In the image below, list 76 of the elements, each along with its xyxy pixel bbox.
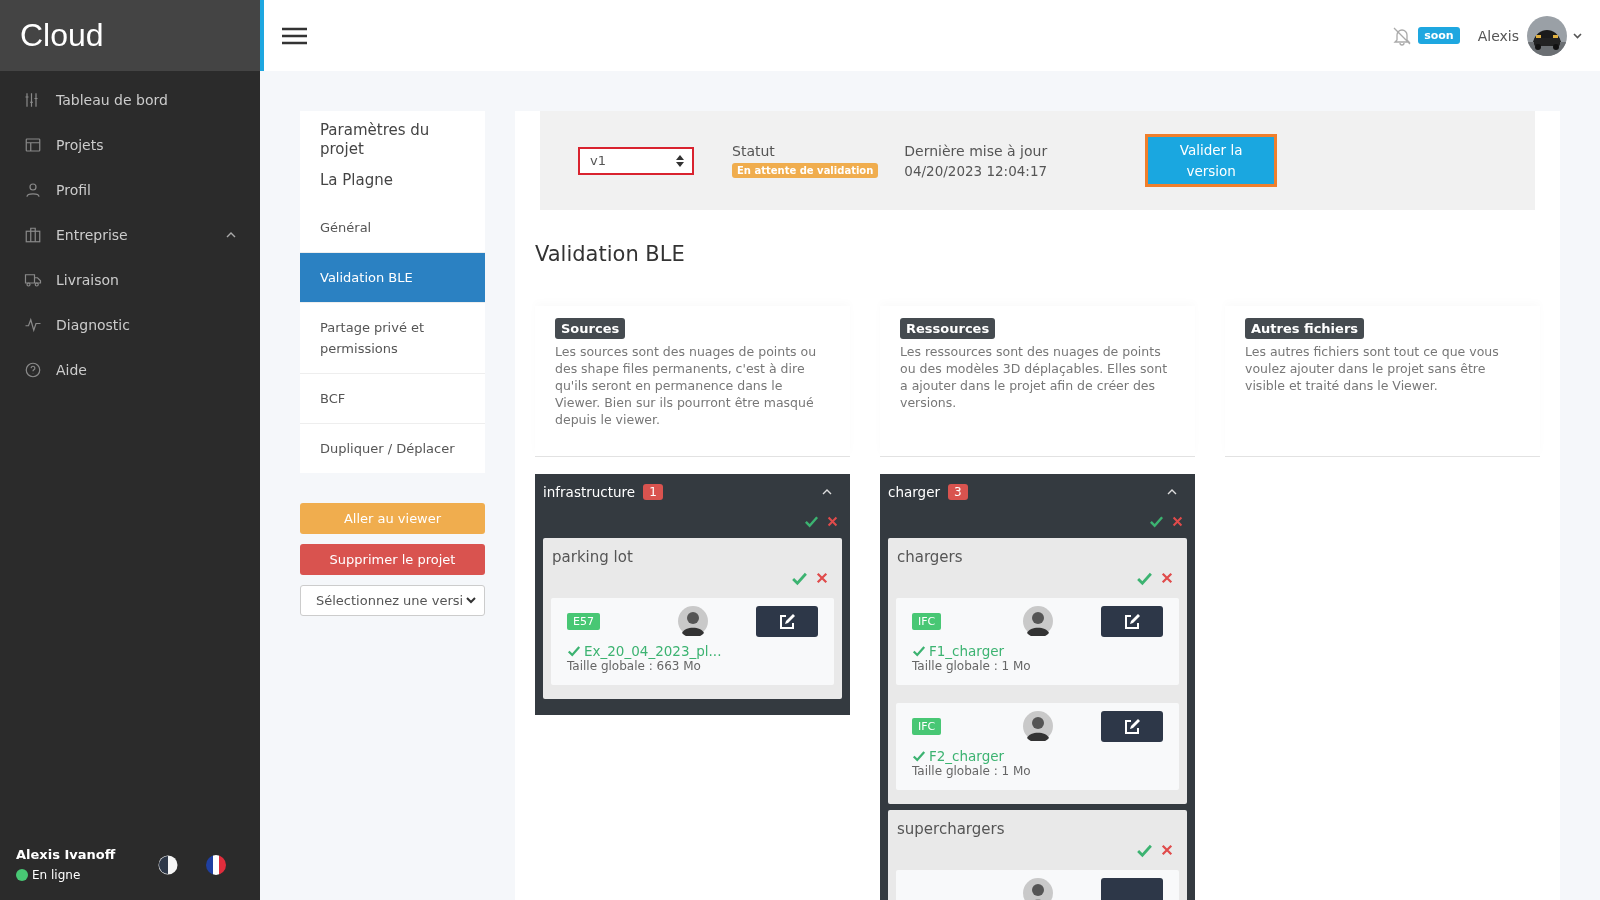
menu-item[interactable]: Partage privé et permissions [300, 302, 485, 373]
check-icon[interactable] [912, 644, 926, 658]
edit-button[interactable] [1101, 711, 1163, 742]
page-title: Validation BLE [535, 241, 686, 268]
category-name: parking lot [551, 548, 634, 566]
avatar-icon [1022, 606, 1053, 636]
help-icon [24, 360, 42, 379]
user-icon [24, 180, 42, 199]
nav-item[interactable]: Entreprise [0, 212, 260, 257]
format-badge: IFC [912, 613, 942, 630]
version-select[interactable]: Sélectionnez une versi [300, 585, 485, 616]
nav-item[interactable]: Livraison [0, 257, 260, 302]
chevron-down-icon[interactable] [466, 597, 476, 604]
group-name: charger [888, 484, 940, 500]
menu-item[interactable]: Validation BLE [300, 252, 485, 302]
edit-icon [1123, 612, 1141, 631]
delete-button[interactable]: Supprimer le projet [300, 544, 485, 575]
status-text: En ligne [32, 868, 81, 882]
layout-icon [24, 135, 42, 154]
close-icon[interactable] [1161, 844, 1173, 856]
avatar-icon [1022, 878, 1053, 900]
nav-item[interactable]: Aide [0, 347, 260, 392]
count-badge: 1 [643, 484, 663, 500]
menu-icon[interactable] [282, 26, 307, 45]
section-description: Les sources sont des nuages de points ou des shape files permanents, c'est à dire qu'ils seront en permanence dans le Viewer. Bien sur ils pourront être masqué depuis le viewer. [555, 343, 818, 428]
edit-button[interactable] [1101, 606, 1163, 637]
nav-item[interactable]: Projets [0, 122, 260, 167]
edit-icon [778, 612, 796, 631]
avatar-icon [677, 606, 708, 636]
close-icon[interactable] [1161, 572, 1173, 584]
section-label: Autres fichiers [1245, 318, 1365, 339]
version-select[interactable]: v1 [578, 146, 694, 175]
edit-icon [1123, 717, 1141, 736]
project-name: La Plagne [319, 170, 394, 191]
soon-badge: soon [1418, 27, 1460, 44]
nav-item[interactable]: Tableau de bord [0, 77, 260, 122]
menu-title: Paramètres du projet [319, 120, 431, 159]
close-icon[interactable] [827, 515, 838, 527]
menu-item[interactable]: Général [300, 203, 485, 252]
briefcase-icon [24, 225, 42, 244]
caret-icon[interactable] [226, 231, 236, 238]
section-label: Sources [555, 318, 626, 339]
menu-item[interactable]: Dupliquer / Déplacer [300, 423, 485, 473]
updated-date: 04/20/2023 12:04:17 [904, 162, 1048, 179]
check-icon[interactable] [912, 749, 926, 763]
nav-item[interactable]: Profil [0, 167, 260, 212]
check-icon[interactable] [567, 644, 581, 658]
close-icon[interactable] [1172, 515, 1183, 527]
category-name: chargers [896, 548, 964, 566]
avatar-icon [1022, 711, 1053, 741]
file-size: Taille globale : 663 Mo [567, 659, 701, 673]
sort-arrows-icon[interactable] [676, 154, 684, 167]
edit-button[interactable] [756, 606, 818, 637]
file-size: Taille globale : 1 Mo [912, 659, 1032, 673]
count-badge: 3 [948, 484, 968, 500]
user-name[interactable]: Alexis [1477, 27, 1519, 44]
menu-item[interactable]: BCF [300, 373, 485, 423]
status-dot-icon [16, 869, 28, 881]
section-description: Les autres fichiers sont tout ce que vous voulez ajouter dans le projet sans être visible et traité dans le Viewer. [1245, 343, 1500, 394]
close-icon[interactable] [816, 572, 828, 584]
section-description: Les ressources sont des nuages de points ou des modèles 3D déplaçables. Elles sont a ajouter dans le projet afin de créer des versions. [900, 343, 1169, 411]
format-badge: IFC [912, 718, 942, 735]
nav-item[interactable]: Diagnostic [0, 302, 260, 347]
category-name: superchargers [896, 820, 1006, 838]
group-name: infrastructure [543, 484, 636, 500]
user-name: Alexis Ivanoff [16, 847, 117, 862]
updated-label: Dernière mise à jour [904, 142, 1048, 159]
brand-logo[interactable]: Cloud [20, 17, 104, 54]
contrast-icon[interactable] [158, 854, 178, 875]
status-label: Statut [732, 143, 776, 159]
flag-icon[interactable] [206, 854, 226, 875]
status-badge: En attente de validation [732, 163, 879, 178]
section-label: Ressources [900, 318, 996, 339]
format-badge: E57 [567, 613, 600, 630]
file-size: Taille globale : 1 Mo [912, 764, 1032, 778]
chevron-down-icon[interactable] [1573, 32, 1582, 39]
